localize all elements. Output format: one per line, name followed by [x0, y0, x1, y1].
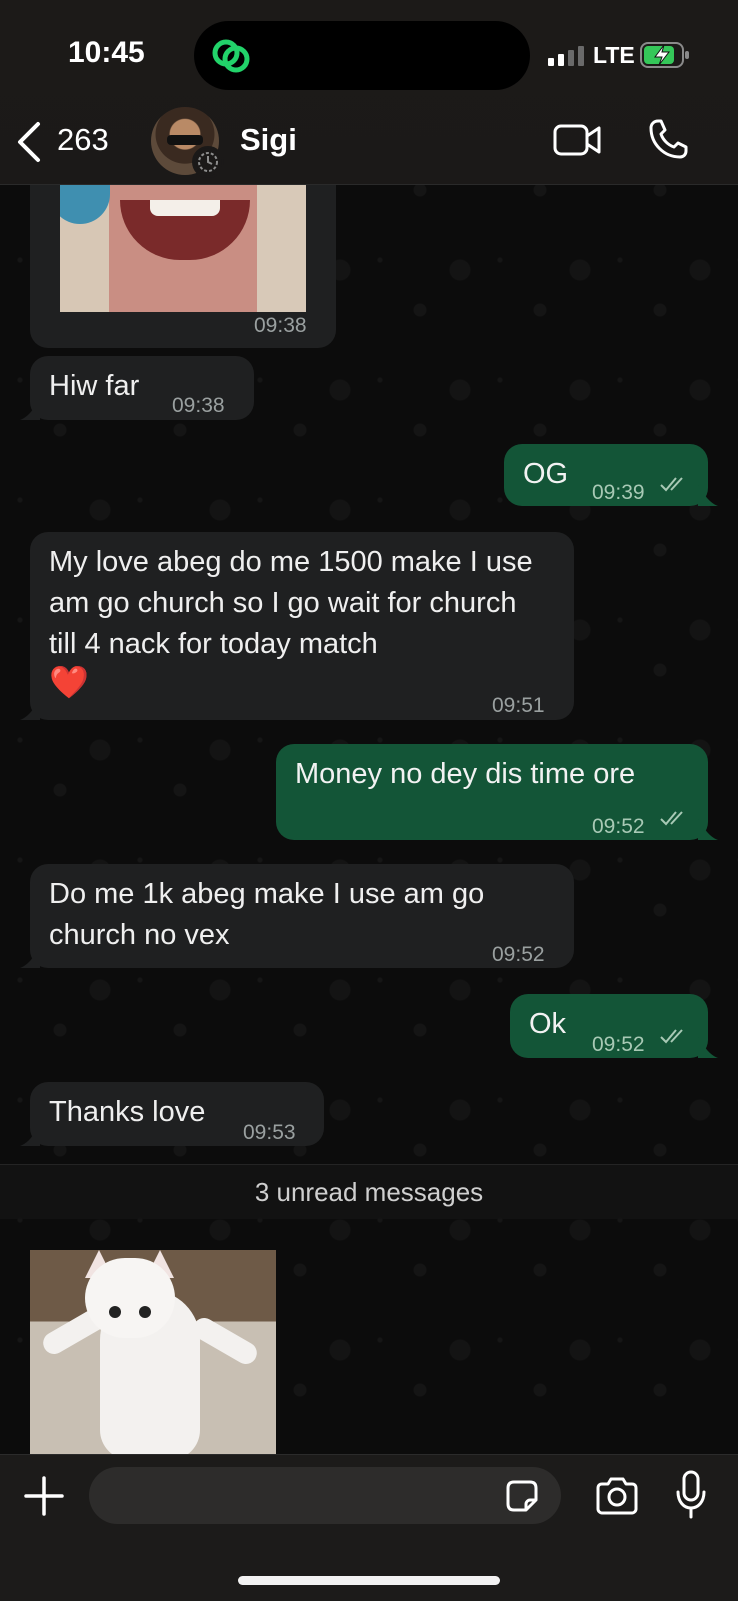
image-message[interactable]: [30, 1250, 276, 1454]
message-input[interactable]: [89, 1467, 561, 1524]
image-message[interactable]: 09:38: [30, 184, 336, 348]
incoming-message[interactable]: My love abeg do me 1500 make I use am go…: [30, 532, 574, 720]
camera-icon[interactable]: [594, 1476, 640, 1516]
message-time: 09:38: [254, 314, 307, 337]
message-photo[interactable]: [60, 184, 306, 312]
message-time: 09:52: [592, 1033, 645, 1056]
bubble-tail: [20, 398, 40, 420]
microphone-icon[interactable]: [675, 1470, 707, 1520]
outgoing-message[interactable]: Money no dey dis time ore 09:52: [276, 744, 708, 840]
bubble-tail: [20, 946, 40, 968]
phone-icon[interactable]: [648, 118, 688, 160]
message-time: 09:38: [172, 394, 225, 417]
message-text: Hiw far: [49, 370, 140, 402]
message-time: 09:52: [492, 943, 545, 966]
battery-charging-icon: [640, 42, 689, 68]
photo-detail: [60, 184, 110, 224]
avatar-detail: [167, 135, 203, 145]
message-time: 09:51: [492, 694, 545, 717]
photo-detail: [150, 200, 220, 216]
photo-detail: [109, 1306, 121, 1318]
network-type: LTE: [593, 42, 635, 68]
contact-name[interactable]: Sigi: [240, 122, 297, 158]
incoming-message[interactable]: Hiw far 09:38: [30, 356, 254, 420]
video-camera-icon[interactable]: [553, 122, 601, 158]
photo-detail: [139, 1306, 151, 1318]
home-indicator[interactable]: [238, 1576, 500, 1585]
message-time: 09:39: [592, 481, 645, 504]
back-chevron-icon[interactable]: [14, 120, 44, 164]
read-ticks-icon: [660, 1029, 683, 1044]
bubble-tail: [698, 818, 718, 840]
message-text: Ok: [529, 1008, 567, 1040]
link-rings-icon: [212, 39, 250, 73]
sticker-icon[interactable]: [504, 1478, 540, 1514]
message-text: My love abeg do me 1500 make I use am go…: [49, 546, 533, 660]
message-text: Thanks love: [49, 1096, 206, 1128]
outgoing-message[interactable]: Ok 09:52: [510, 994, 708, 1058]
plus-icon[interactable]: [24, 1476, 64, 1516]
message-time: 09:52: [592, 815, 645, 838]
bubble-tail: [20, 698, 40, 720]
bubble-tail: [698, 1036, 718, 1058]
unread-messages-divider: 3 unread messages: [0, 1164, 738, 1219]
photo-detail: [85, 1258, 175, 1338]
bubble-tail: [20, 1124, 40, 1146]
message-text: OG: [523, 458, 569, 490]
message-time: 09:53: [243, 1121, 296, 1144]
read-ticks-icon: [660, 811, 683, 826]
incoming-message[interactable]: Thanks love 09:53: [30, 1082, 324, 1146]
read-ticks-icon: [660, 477, 683, 492]
incoming-message[interactable]: Do me 1k abeg make I use am go church no…: [30, 864, 574, 968]
dynamic-island: [194, 21, 530, 90]
bubble-tail: [698, 484, 718, 506]
status-time: 10:45: [68, 36, 145, 69]
back-unread-count[interactable]: 263: [57, 122, 109, 158]
message-text: Money no dey dis time ore: [295, 758, 636, 790]
heart-emoji: ❤️: [49, 664, 89, 700]
chat-header: 10:45 LTE 263 Sigi: [0, 0, 738, 185]
signal-icon: [548, 46, 584, 66]
message-text: Do me 1k abeg make I use am go church no…: [49, 878, 485, 951]
outgoing-message[interactable]: OG 09:39: [504, 444, 708, 506]
disappearing-timer-icon: [192, 146, 224, 178]
